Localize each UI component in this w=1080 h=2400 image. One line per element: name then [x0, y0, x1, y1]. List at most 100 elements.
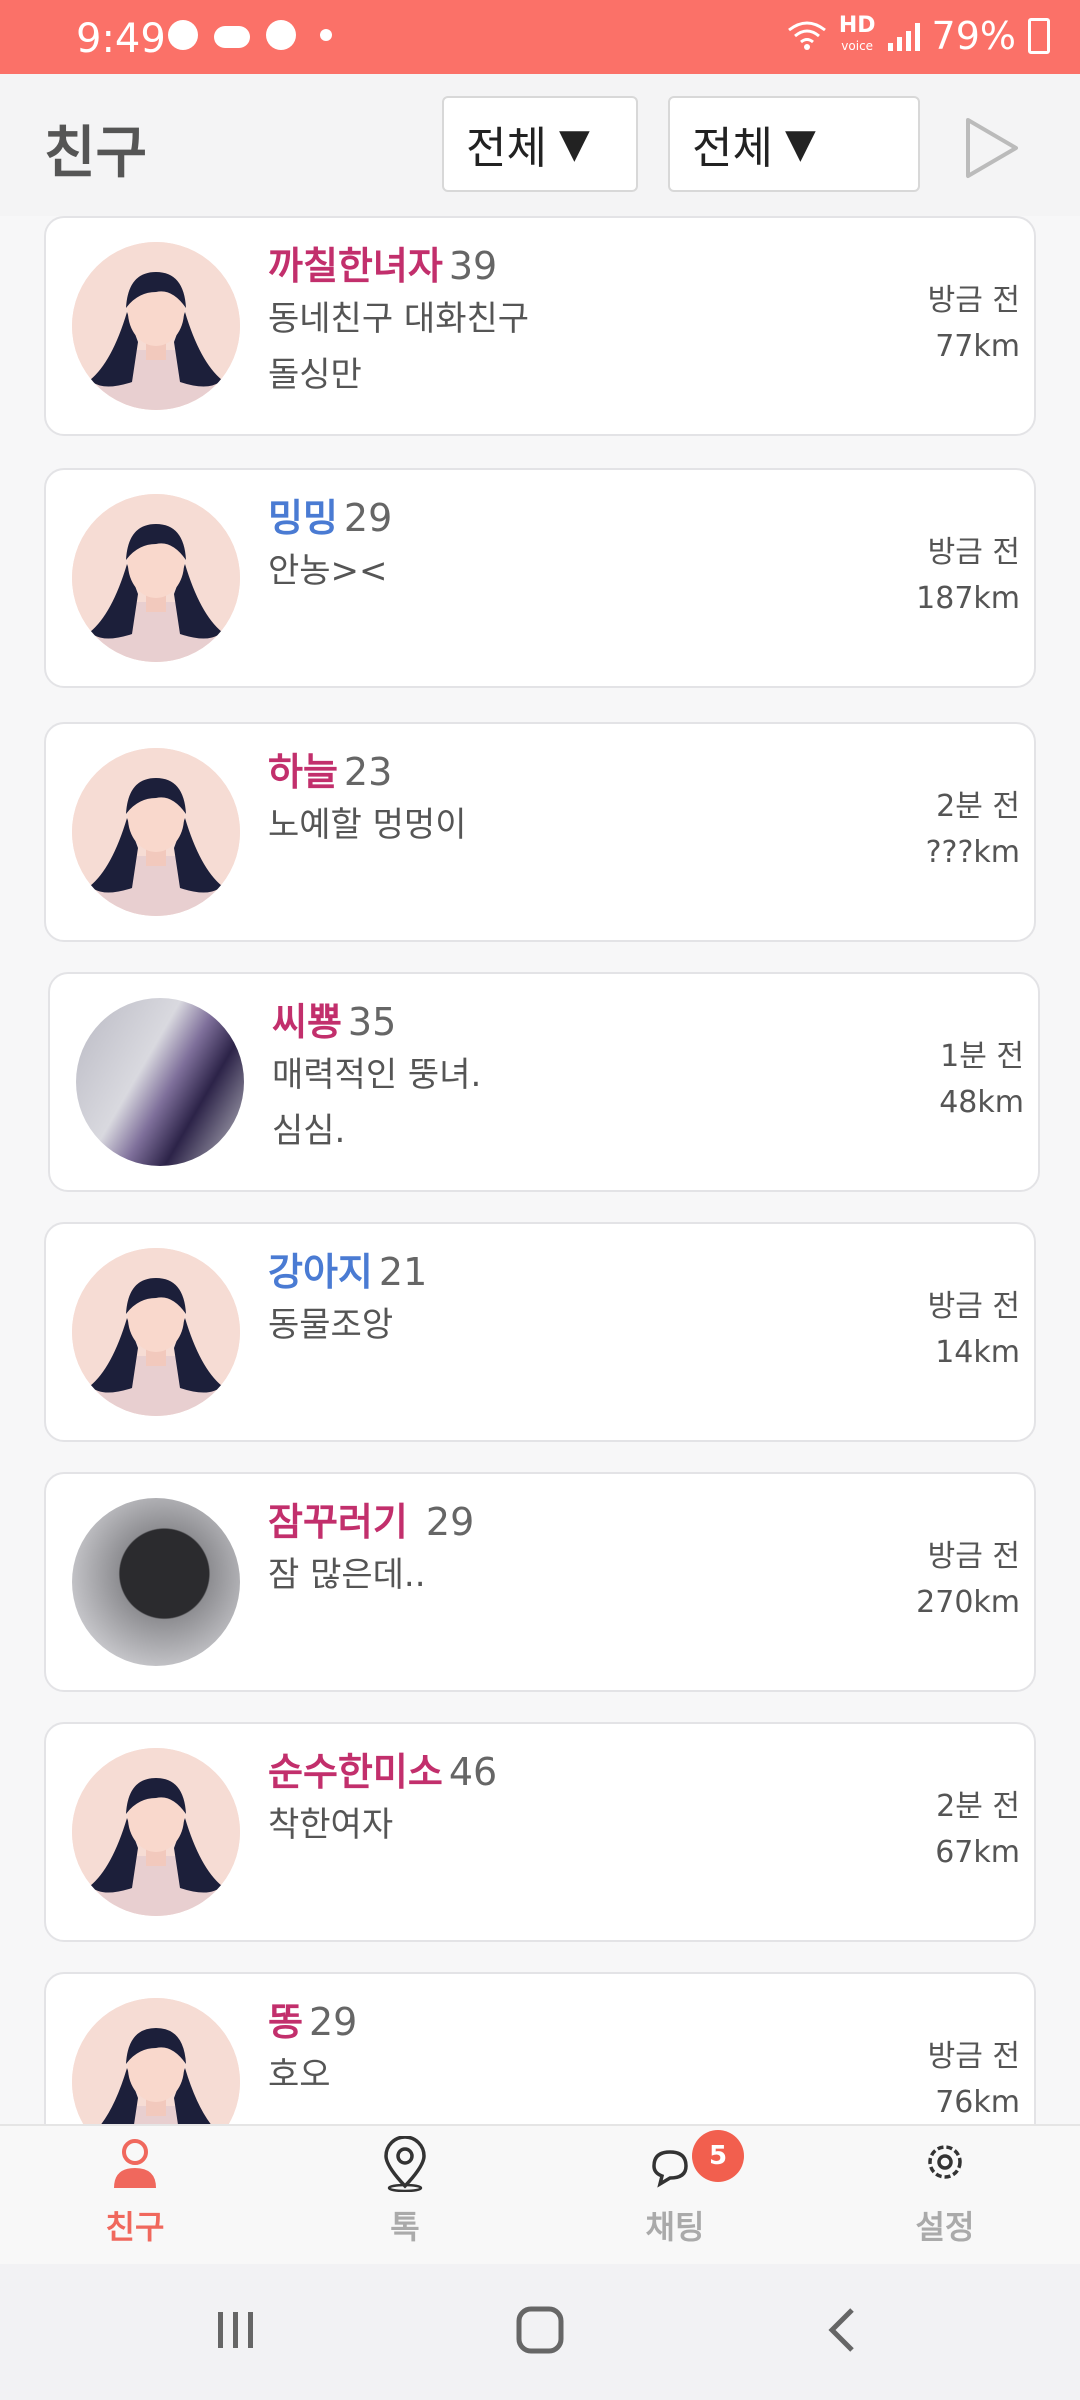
status-bar: 9:49 HD voice 79%: [0, 0, 1080, 74]
location-pin-icon: [384, 2136, 426, 2192]
name-line: 까칠한녀자 39: [268, 242, 828, 290]
dropdown-arrow-icon: ▼: [558, 121, 590, 167]
distance: 67km: [935, 1835, 1020, 1870]
default-female-avatar[interactable]: [72, 748, 240, 916]
distance: 76km: [935, 2085, 1020, 2120]
friend-meta: 방금 전 76km: [928, 2034, 1020, 2124]
friend-status: 노예할 멍멍이: [268, 805, 467, 845]
notification-icons: [168, 20, 332, 50]
friend-name: 밍밍: [268, 496, 338, 540]
signal-icon: [887, 21, 920, 51]
friend-status: 안농><: [268, 551, 388, 591]
friend-card[interactable]: 순수한미소 46 착한여자 2분 전 67km: [44, 1722, 1036, 1942]
friend-info: 똥 29 호오: [268, 1998, 828, 2104]
friend-age: 23: [343, 750, 393, 794]
name-line: 순수한미소 46: [268, 1748, 828, 1796]
nav-tab-settings[interactable]: 설정: [810, 2126, 1080, 2266]
friend-meta: 방금 전 14km: [928, 1284, 1020, 1376]
photo-avatar[interactable]: [76, 998, 244, 1166]
last-seen: 방금 전: [927, 2039, 1020, 2074]
avatar-image: [72, 1748, 240, 1916]
distance: 77km: [935, 329, 1020, 364]
friend-status: 동물조앙: [268, 1305, 394, 1345]
friend-status-2: 돌싱만: [268, 355, 362, 395]
distance: ???km: [925, 835, 1020, 870]
gear-icon: [928, 2145, 962, 2179]
default-female-avatar[interactable]: [72, 1748, 240, 1916]
friend-age: 29: [343, 496, 393, 540]
avatar-image: [72, 1248, 240, 1416]
friend-age: 21: [378, 1250, 428, 1294]
default-female-avatar[interactable]: [72, 1998, 240, 2124]
nav-label: 친구: [105, 2208, 165, 2246]
name-line: 하늘 23: [268, 748, 828, 796]
last-seen: 방금 전: [927, 1289, 1020, 1324]
filter-select-1-value: 전체: [466, 123, 547, 174]
nav-tab-friends[interactable]: 친구: [0, 2126, 270, 2266]
friend-status: 매력적인 뚱녀.: [272, 1055, 482, 1095]
friend-age: 35: [347, 1000, 397, 1044]
system-icons: HD voice 79%: [787, 14, 1050, 58]
default-female-avatar[interactable]: [72, 242, 240, 410]
friend-meta: 2분 전 67km: [935, 1784, 1020, 1876]
friend-meta: 방금 전 187km: [916, 530, 1020, 622]
distance: 270km: [916, 1585, 1020, 1620]
friend-status-2: 심심.: [272, 1111, 346, 1151]
photo-avatar[interactable]: [72, 1498, 240, 1666]
friend-name: 강아지: [268, 1250, 373, 1294]
nav-label: 채팅: [645, 2208, 705, 2246]
battery-icon: [1028, 18, 1050, 54]
nav-tab-talk[interactable]: 톡: [270, 2126, 540, 2266]
friend-age: 29: [413, 1500, 475, 1544]
hd-voice-icon: HD voice: [838, 13, 876, 54]
friend-card[interactable]: 잠꾸러기 29 잠 많은데.. 방금 전 270km: [44, 1472, 1036, 1692]
friend-card[interactable]: 강아지 21 동물조앙 방금 전 14km: [44, 1222, 1036, 1442]
battery-percent: 79%: [931, 14, 1016, 58]
last-seen: 방금 전: [927, 1539, 1020, 1574]
friend-name: 순수한미소: [268, 1750, 443, 1794]
home-icon[interactable]: [514, 2304, 566, 2356]
name-line: 똥 29: [268, 1998, 828, 2046]
nav-tab-chat[interactable]: 5 채팅: [540, 2126, 810, 2266]
friend-status: 동네친구 대화친구: [268, 299, 530, 339]
friend-info: 순수한미소 46 착한여자: [268, 1748, 828, 1854]
friend-name: 까칠한녀자: [268, 244, 443, 288]
friend-card[interactable]: 씨뿅 35 매력적인 뚱녀. 심심. 1분 전 48km: [48, 972, 1040, 1192]
wifi-icon: [787, 21, 826, 50]
recent-apps-icon[interactable]: [214, 2304, 258, 2356]
app-header: 친구 전체 ▼ 전체 ▼: [0, 74, 1080, 216]
friend-card[interactable]: 밍밍 29 안농>< 방금 전 187km: [44, 468, 1036, 688]
dropdown-arrow-icon: ▼: [784, 121, 816, 167]
friend-meta: 방금 전 77km: [928, 278, 1020, 370]
friend-info: 밍밍 29 안농><: [268, 494, 828, 600]
avatar-image: [72, 748, 240, 916]
status-time: 9:49: [76, 16, 166, 62]
distance: 14km: [935, 1335, 1020, 1370]
friend-info: 강아지 21 동물조앙: [268, 1248, 828, 1354]
avatar-image: [72, 494, 240, 662]
filter-select-1[interactable]: 전체 ▼: [442, 96, 638, 192]
last-seen: 2분 전: [936, 1789, 1020, 1824]
last-seen: 방금 전: [927, 535, 1020, 570]
friend-list[interactable]: 까칠한녀자 39 동네친구 대화친구 돌싱만 방금 전 77km 밍밍 29 안…: [0, 216, 1080, 2124]
default-female-avatar[interactable]: [72, 494, 240, 662]
friend-card[interactable]: 똥 29 호오 방금 전 76km: [44, 1972, 1036, 2124]
friend-status: 잠 많은데..: [268, 1555, 426, 1595]
nav-label: 톡: [390, 2208, 420, 2246]
distance: 187km: [916, 581, 1020, 616]
friend-card[interactable]: 하늘 23 노예할 멍멍이 2분 전 ???km: [44, 722, 1036, 942]
friend-status: 호오: [268, 2055, 331, 2095]
person-icon: [114, 2139, 156, 2188]
messenger-icon: [168, 20, 198, 50]
back-icon[interactable]: [822, 2304, 862, 2356]
friend-card[interactable]: 까칠한녀자 39 동네친구 대화친구 돌싱만 방금 전 77km: [44, 216, 1036, 436]
play-icon[interactable]: [962, 116, 1022, 180]
default-female-avatar[interactable]: [72, 1248, 240, 1416]
filter-select-2[interactable]: 전체 ▼: [668, 96, 920, 192]
system-nav-bar: [0, 2264, 1080, 2400]
friend-meta: 방금 전 270km: [916, 1534, 1020, 1626]
chat-icon: [266, 20, 296, 50]
last-seen: 1분 전: [940, 1039, 1024, 1074]
cloud-icon: [214, 26, 250, 48]
filter-select-2-value: 전체: [692, 123, 773, 174]
